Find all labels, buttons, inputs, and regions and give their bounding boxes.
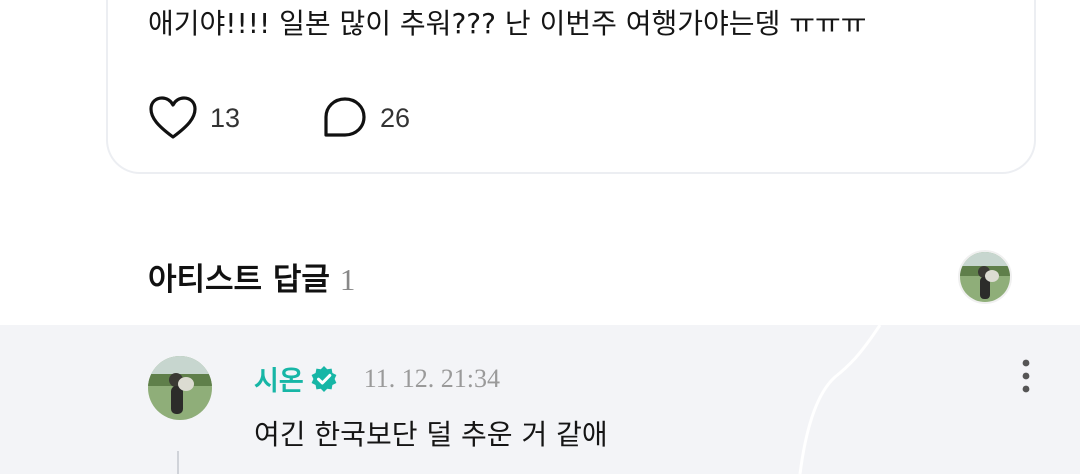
reply-timestamp: 11. 12. 21:34 (363, 363, 500, 393)
more-options-button[interactable] (1008, 358, 1044, 398)
comment-count: 26 (380, 102, 411, 133)
artist-replies-title: 아티스트 답글 (148, 262, 330, 298)
artist-replies-count: 1 (339, 262, 356, 297)
artist-avatar[interactable] (958, 250, 1012, 304)
artist-replies-header: 아티스트 답글 1 (148, 254, 355, 299)
thread-line (177, 451, 179, 474)
like-count: 13 (210, 102, 241, 133)
speech-bubble-icon (322, 96, 368, 140)
artist-reply: 시온 11. 12. 21:34 여긴 한국보단 덜 추운 거 같애 (0, 325, 1080, 474)
page: 애기야!!!! 일본 많이 추워??? 난 이번주 여행가야는뎅 ㅠㅠㅠ 13 … (0, 0, 1080, 474)
reply-meta: 시온 11. 12. 21:34 (254, 359, 500, 398)
reply-text: 여긴 한국보단 덜 추운 거 같애 (254, 418, 608, 451)
comment-button[interactable]: 26 (322, 93, 410, 143)
reply-author-avatar[interactable] (148, 356, 212, 420)
like-button[interactable]: 13 (148, 93, 240, 143)
reply-author-name[interactable]: 시온 (254, 359, 304, 398)
more-vertical-icon (1021, 359, 1031, 397)
heart-outline-icon (148, 96, 198, 140)
post-text: 애기야!!!! 일본 많이 추워??? 난 이번주 여행가야는뎅 ㅠㅠㅠ (148, 7, 867, 40)
verified-badge-icon (310, 365, 338, 393)
